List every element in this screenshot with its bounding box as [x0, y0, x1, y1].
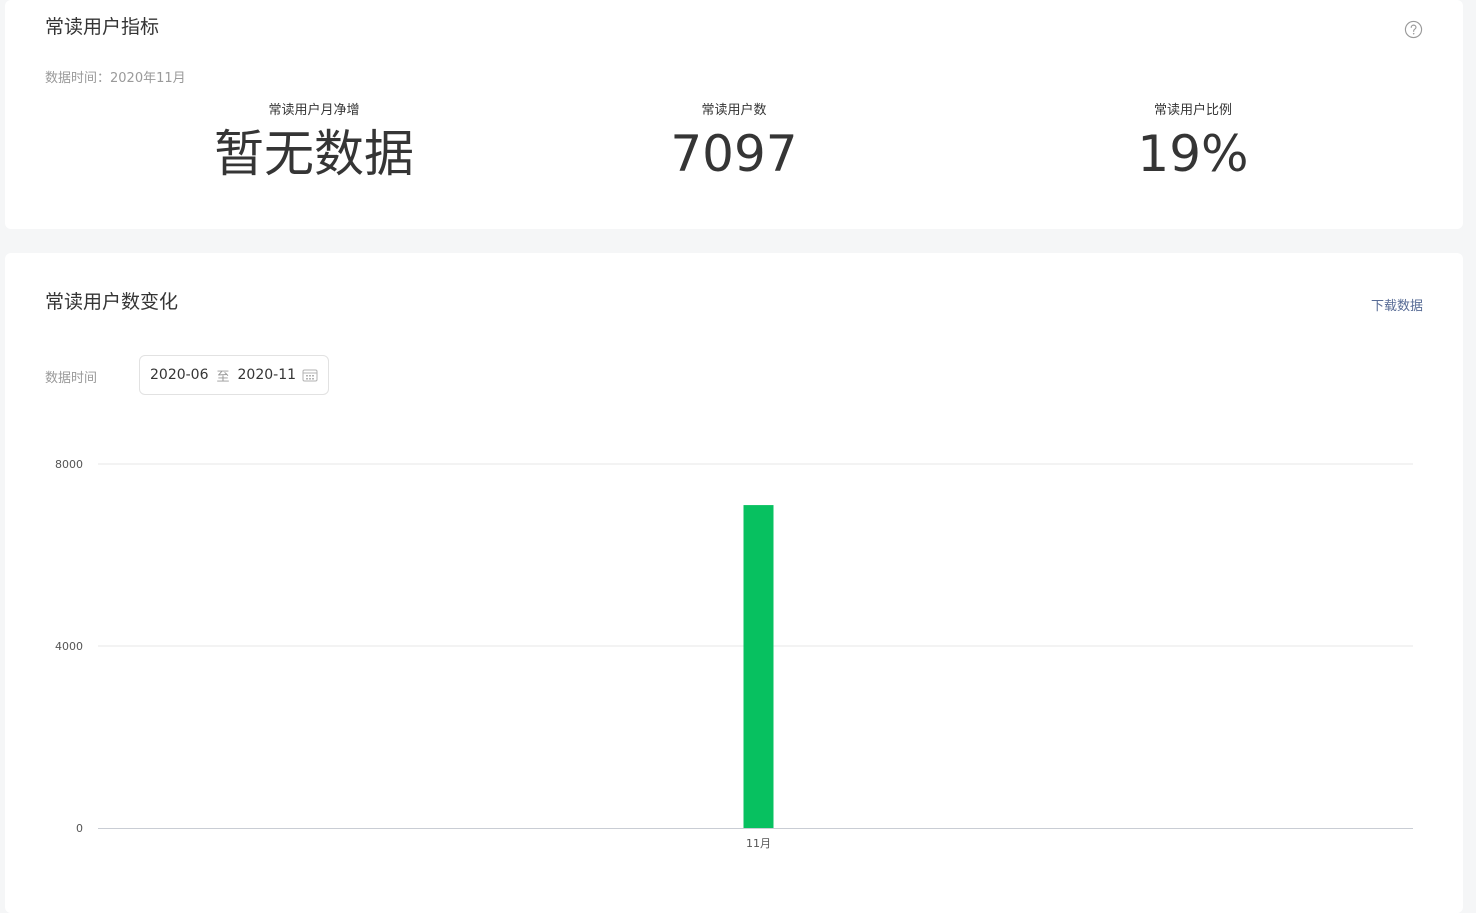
- metric-label: 常读用户数: [701, 103, 767, 118]
- metric-monthly-net-growth: 常读用户月净增 暂无数据: [164, 102, 464, 182]
- metrics-card-title: 常读用户指标: [45, 16, 160, 38]
- metric-value: 7097: [670, 125, 798, 183]
- data-time-text: 数据时间：2020年11月: [45, 71, 186, 86]
- bar: [743, 505, 774, 828]
- help-circle-icon[interactable]: [1404, 20, 1423, 39]
- date-end[interactable]: 2020-11: [238, 367, 297, 383]
- metric-label: 常读用户月净增: [268, 103, 360, 118]
- metric-label: 常读用户比例: [1153, 103, 1232, 118]
- metric-value: 暂无数据: [214, 125, 414, 183]
- trend-card-title: 常读用户数变化: [45, 291, 179, 313]
- trend-card: 常读用户数变化 下载数据 数据时间 2020-06 至 2020-11 0 400…: [5, 253, 1463, 913]
- calendar-icon[interactable]: [302, 368, 318, 382]
- metric-frequent-reader-ratio: 常读用户比例 19%: [1043, 102, 1343, 182]
- trend-chart: 0 4000 8000 11月: [5, 443, 1463, 863]
- date-separator: 至: [216, 369, 230, 385]
- metrics-row: 常读用户月净增 暂无数据 常读用户数 7097 常读用户比例 19%: [45, 102, 1423, 192]
- trend-chart-svg: 0 4000 8000 11月: [55, 458, 1413, 850]
- y-tick-label: 0: [76, 822, 83, 835]
- download-data-link[interactable]: 下载数据: [1371, 295, 1423, 314]
- metric-value: 19%: [1137, 125, 1249, 183]
- y-tick-label: 4000: [55, 640, 83, 653]
- metrics-card: 常读用户指标 数据时间：2020年11月 常读用户月净增 暂无数据 常读用户数 …: [5, 0, 1463, 229]
- date-range-picker[interactable]: 2020-06 至 2020-11: [139, 355, 329, 395]
- date-start[interactable]: 2020-06: [150, 367, 209, 383]
- metric-frequent-readers: 常读用户数 7097: [584, 102, 884, 182]
- x-tick-label: 11月: [746, 837, 771, 850]
- date-filter-label: 数据时间: [45, 371, 98, 386]
- y-tick-label: 8000: [55, 458, 83, 471]
